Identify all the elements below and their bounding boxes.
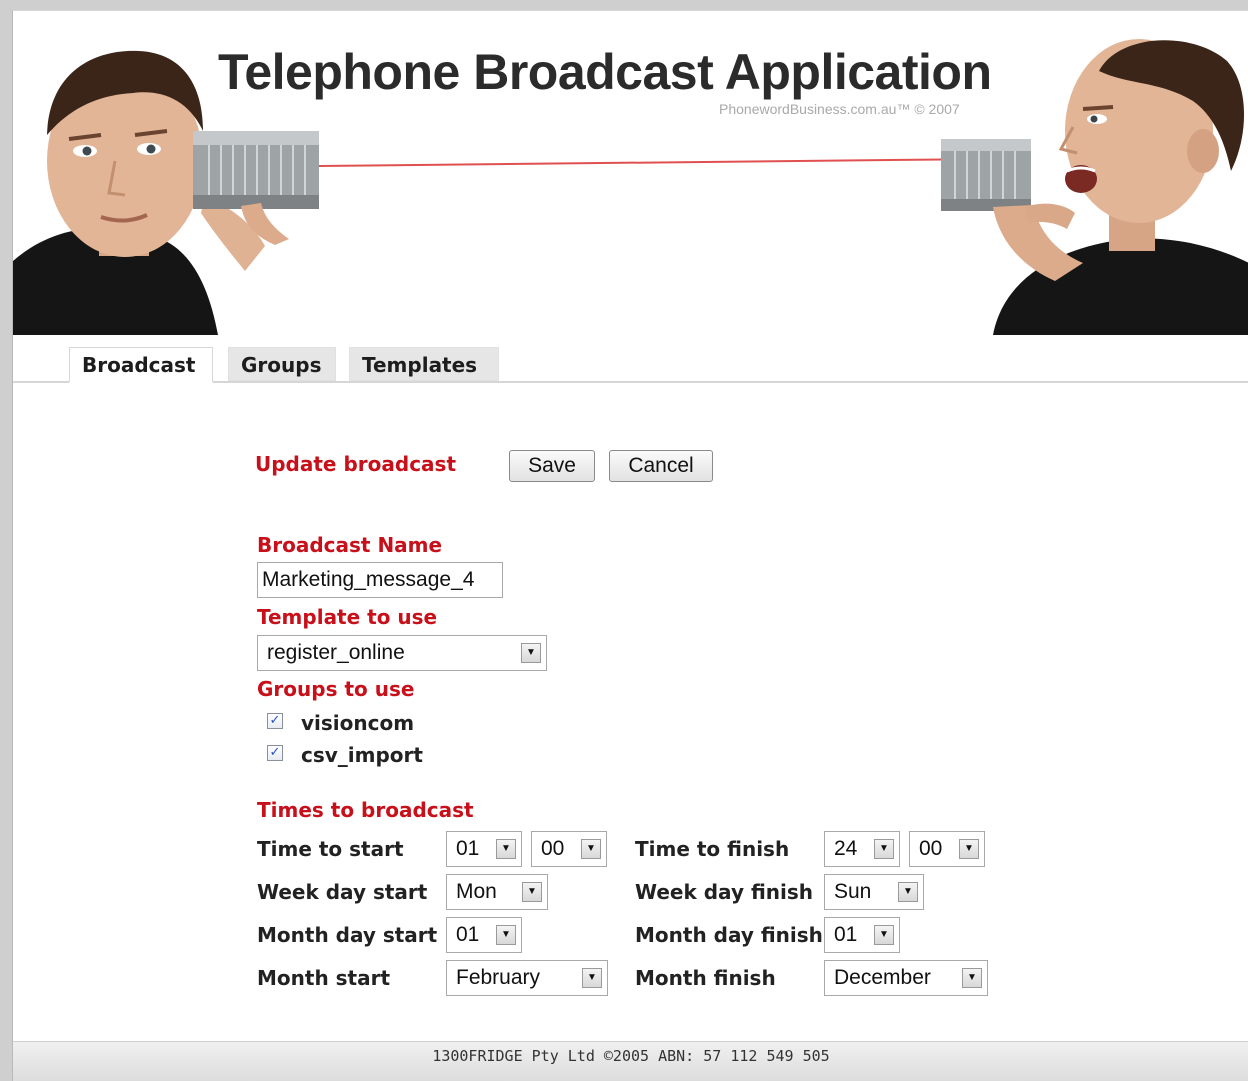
app-title: Telephone Broadcast Application — [218, 44, 992, 100]
group-csv-import-label: csv_import — [301, 743, 423, 767]
chevron-down-icon: ▼ — [496, 925, 516, 945]
times-label: Times to broadcast — [257, 798, 474, 822]
tab-broadcast[interactable]: Broadcast — [69, 347, 213, 383]
tab-bar: Broadcast Groups Templates — [13, 335, 1248, 383]
time-finish-label: Time to finish — [635, 837, 790, 861]
app-window: Telephone Broadcast Application Phonewor… — [12, 10, 1248, 1081]
chevron-down-icon: ▼ — [521, 643, 541, 663]
groups-label: Groups to use — [257, 677, 415, 701]
broadcast-name-input[interactable]: Marketing_message_4 — [257, 562, 503, 598]
tab-templates-label: Templates — [362, 353, 478, 377]
broadcast-name-label: Broadcast Name — [257, 533, 443, 557]
template-select[interactable]: register_online ▼ — [257, 635, 547, 671]
time-finish-hour-value: 24 — [834, 837, 858, 860]
tab-templates[interactable]: Templates — [349, 347, 499, 381]
chevron-down-icon: ▼ — [962, 968, 982, 988]
month-finish-value: December — [834, 966, 931, 989]
tin-can-string — [318, 158, 943, 167]
tab-groups[interactable]: Groups — [228, 347, 336, 381]
month-day-finish-value: 01 — [834, 923, 858, 946]
template-label: Template to use — [257, 605, 438, 629]
chevron-down-icon: ▼ — [496, 839, 516, 859]
save-button[interactable]: Save — [509, 450, 595, 482]
month-finish-label: Month finish — [635, 966, 776, 990]
visioncom-checkbox[interactable]: ✓ — [267, 713, 283, 729]
month-start-value: February — [456, 966, 541, 989]
time-start-min-value: 00 — [541, 837, 565, 860]
tab-groups-label: Groups — [241, 353, 322, 377]
week-start-label: Week day start — [257, 880, 428, 904]
month-day-start-label: Month day start — [257, 923, 438, 947]
time-start-label: Time to start — [257, 837, 404, 861]
time-start-hour-value: 01 — [456, 837, 480, 860]
chevron-down-icon: ▼ — [582, 968, 602, 988]
time-start-min-select[interactable]: 00 ▼ — [531, 831, 607, 867]
week-finish-value: Sun — [834, 880, 872, 903]
month-day-start-value: 01 — [456, 923, 480, 946]
time-finish-min-select[interactable]: 00 ▼ — [909, 831, 985, 867]
header-banner: Telephone Broadcast Application Phonewor… — [13, 11, 1248, 335]
week-finish-select[interactable]: Sun ▼ — [824, 874, 924, 910]
month-day-finish-label: Month day finish — [635, 923, 823, 947]
month-start-label: Month start — [257, 966, 391, 990]
footer-text: 1300FRIDGE Pty Ltd ©2005 ABN: 57 112 549… — [432, 1047, 830, 1065]
tab-broadcast-label: Broadcast — [82, 353, 196, 377]
chevron-down-icon: ▼ — [522, 882, 542, 902]
form-heading: Update broadcast — [255, 452, 457, 476]
group-visioncom-label: visioncom — [301, 711, 415, 735]
month-start-select[interactable]: February ▼ — [446, 960, 608, 996]
week-finish-label: Week day finish — [635, 880, 813, 904]
chevron-down-icon: ▼ — [874, 839, 894, 859]
csv-import-checkbox[interactable]: ✓ — [267, 745, 283, 761]
month-day-finish-select[interactable]: 01 ▼ — [824, 917, 900, 953]
chevron-down-icon: ▼ — [874, 925, 894, 945]
week-start-select[interactable]: Mon ▼ — [446, 874, 548, 910]
chevron-down-icon: ▼ — [898, 882, 918, 902]
time-finish-hour-select[interactable]: 24 ▼ — [824, 831, 900, 867]
check-icon: ✓ — [269, 713, 281, 728]
month-day-start-select[interactable]: 01 ▼ — [446, 917, 522, 953]
time-start-hour-select[interactable]: 01 ▼ — [446, 831, 522, 867]
chevron-down-icon: ▼ — [581, 839, 601, 859]
app-subtitle: PhonewordBusiness.com.au™ © 2007 — [719, 101, 960, 117]
month-finish-select[interactable]: December ▼ — [824, 960, 988, 996]
time-finish-min-value: 00 — [919, 837, 943, 860]
cancel-button[interactable]: Cancel — [609, 450, 713, 482]
footer: 1300FRIDGE Pty Ltd ©2005 ABN: 57 112 549… — [13, 1041, 1248, 1081]
chevron-down-icon: ▼ — [959, 839, 979, 859]
template-select-value: register_online — [267, 641, 405, 664]
check-icon: ✓ — [269, 745, 281, 760]
week-start-value: Mon — [456, 880, 497, 903]
